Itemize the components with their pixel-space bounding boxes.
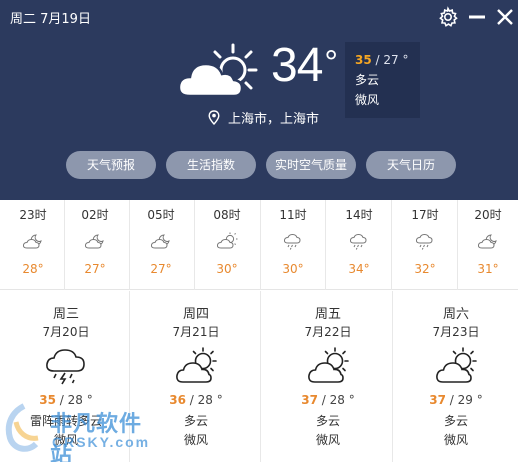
hour-time: 02时 xyxy=(81,208,109,222)
partly-cloudy-night-icon xyxy=(84,234,104,249)
hourly-item: 17时 32° xyxy=(392,200,458,290)
hourly-item: 05时 27° xyxy=(128,200,194,290)
hourly-forecast: 23时 28° 02时 27° 05时 27° 08时 30° 11时 30° … xyxy=(0,200,518,290)
divider xyxy=(260,291,261,462)
partly-cloudy-day-icon xyxy=(216,232,238,249)
cloud-icon xyxy=(477,234,497,249)
partly-cloudy-night-icon xyxy=(150,234,170,249)
hour-time: 08时 xyxy=(213,208,241,222)
hourly-item: 02时 27° xyxy=(62,200,128,290)
close-icon xyxy=(497,9,513,25)
hour-temp: 32° xyxy=(414,262,436,276)
hour-time: 11时 xyxy=(279,208,307,222)
thunderstorm-icon xyxy=(46,349,85,385)
tab-bar: 天气预报 生活指数 实时空气质量 天气日历 xyxy=(0,151,518,179)
day-weekday: 周三 xyxy=(52,307,79,322)
hour-temp: 30° xyxy=(282,262,304,276)
location-name: 上海市，上海市 xyxy=(228,112,320,127)
day-low: / 29 ° xyxy=(445,393,483,407)
day-wind: 微风 xyxy=(443,433,468,447)
day-high: 36 xyxy=(169,393,186,407)
tab-life-index[interactable]: 生活指数 xyxy=(166,151,256,179)
tab-weather-calendar[interactable]: 天气日历 xyxy=(366,151,456,179)
day-weekday: 周五 xyxy=(314,307,341,322)
minimize-icon xyxy=(469,15,485,19)
day-wind: 微风 xyxy=(315,433,340,447)
daily-item: 周六 7月23日 37 / 29 ° 多云 微风 xyxy=(394,291,518,462)
day-low: / 28 ° xyxy=(317,393,355,407)
day-date: 7月21日 xyxy=(172,325,220,339)
rain-cloud-icon xyxy=(349,233,367,250)
hourly-item: 23时 28° xyxy=(0,200,66,290)
rain-cloud-icon xyxy=(415,233,433,250)
today-high: 35 xyxy=(355,53,372,67)
rain-cloud-icon xyxy=(283,233,301,250)
day-condition: 多云 xyxy=(443,414,468,428)
day-temp-range: 37 / 28 ° xyxy=(262,393,394,407)
tab-forecast[interactable]: 天气预报 xyxy=(66,151,156,179)
hourly-item: 20时 31° xyxy=(458,200,518,290)
hour-temp: 28° xyxy=(22,262,44,276)
hour-temp: 30° xyxy=(216,262,238,276)
hourly-item: 08时 30° xyxy=(194,200,260,290)
gear-icon xyxy=(439,6,458,27)
hour-temp: 34° xyxy=(348,262,370,276)
current-temperature: 34° xyxy=(271,38,338,93)
day-date: 7月22日 xyxy=(304,325,352,339)
hour-temp: 27° xyxy=(84,262,106,276)
partly-cloudy-day-icon xyxy=(177,43,258,98)
location-pin-icon xyxy=(208,110,220,125)
day-weekday: 周六 xyxy=(442,307,469,322)
hourly-item: 14时 34° xyxy=(326,200,392,290)
hour-time: 14时 xyxy=(345,208,373,222)
today-condition: 多云 xyxy=(355,73,380,87)
watermark-logo-icon xyxy=(5,403,39,452)
today-temp-range: 35 / 27 ° xyxy=(355,50,410,70)
header-panel: 周二 7月19日 34° 上海市，上海市 35 / 27 ° 多云 微风 天气预… xyxy=(0,0,518,200)
daily-item: 周五 7月22日 37 / 28 ° 多云 微风 xyxy=(262,291,394,462)
degree-symbol: ° xyxy=(324,44,338,82)
minimize-button[interactable] xyxy=(466,6,488,28)
site-watermark: 非凡软件站 CRSKY.com xyxy=(4,400,164,462)
day-low: / 28 ° xyxy=(185,393,223,407)
day-weekday: 周四 xyxy=(182,307,209,322)
day-condition: 多云 xyxy=(315,414,340,428)
hour-time: 17时 xyxy=(411,208,439,222)
divider xyxy=(392,291,393,462)
day-date: 7月20日 xyxy=(42,325,90,339)
hour-temp: 27° xyxy=(150,262,172,276)
partly-cloudy-day-icon xyxy=(176,347,217,383)
day-high: 37 xyxy=(301,393,318,407)
current-temp-value: 34 xyxy=(271,39,323,92)
today-wind: 微风 xyxy=(355,93,380,107)
hour-time: 05时 xyxy=(147,208,175,222)
day-high: 37 xyxy=(429,393,446,407)
partly-cloudy-night-icon xyxy=(22,234,42,249)
current-date: 周二 7月19日 xyxy=(10,12,91,27)
settings-button[interactable] xyxy=(437,6,459,28)
today-low: / 27 ° xyxy=(375,53,409,67)
location[interactable]: 上海市，上海市 xyxy=(208,108,319,127)
hour-time: 23时 xyxy=(19,208,47,222)
day-date: 7月23日 xyxy=(432,325,480,339)
today-detail-card: 35 / 27 ° 多云 微风 xyxy=(345,42,420,118)
watermark-url: CRSKY.com xyxy=(52,434,151,450)
close-button[interactable] xyxy=(494,6,516,28)
day-temp-range: 37 / 29 ° xyxy=(394,393,518,407)
hour-temp: 31° xyxy=(477,262,499,276)
hourly-item: 11时 30° xyxy=(260,200,326,290)
partly-cloudy-day-icon xyxy=(308,347,349,383)
tab-air-quality[interactable]: 实时空气质量 xyxy=(266,151,356,179)
hour-time: 20时 xyxy=(474,208,502,222)
partly-cloudy-day-icon xyxy=(436,347,477,383)
